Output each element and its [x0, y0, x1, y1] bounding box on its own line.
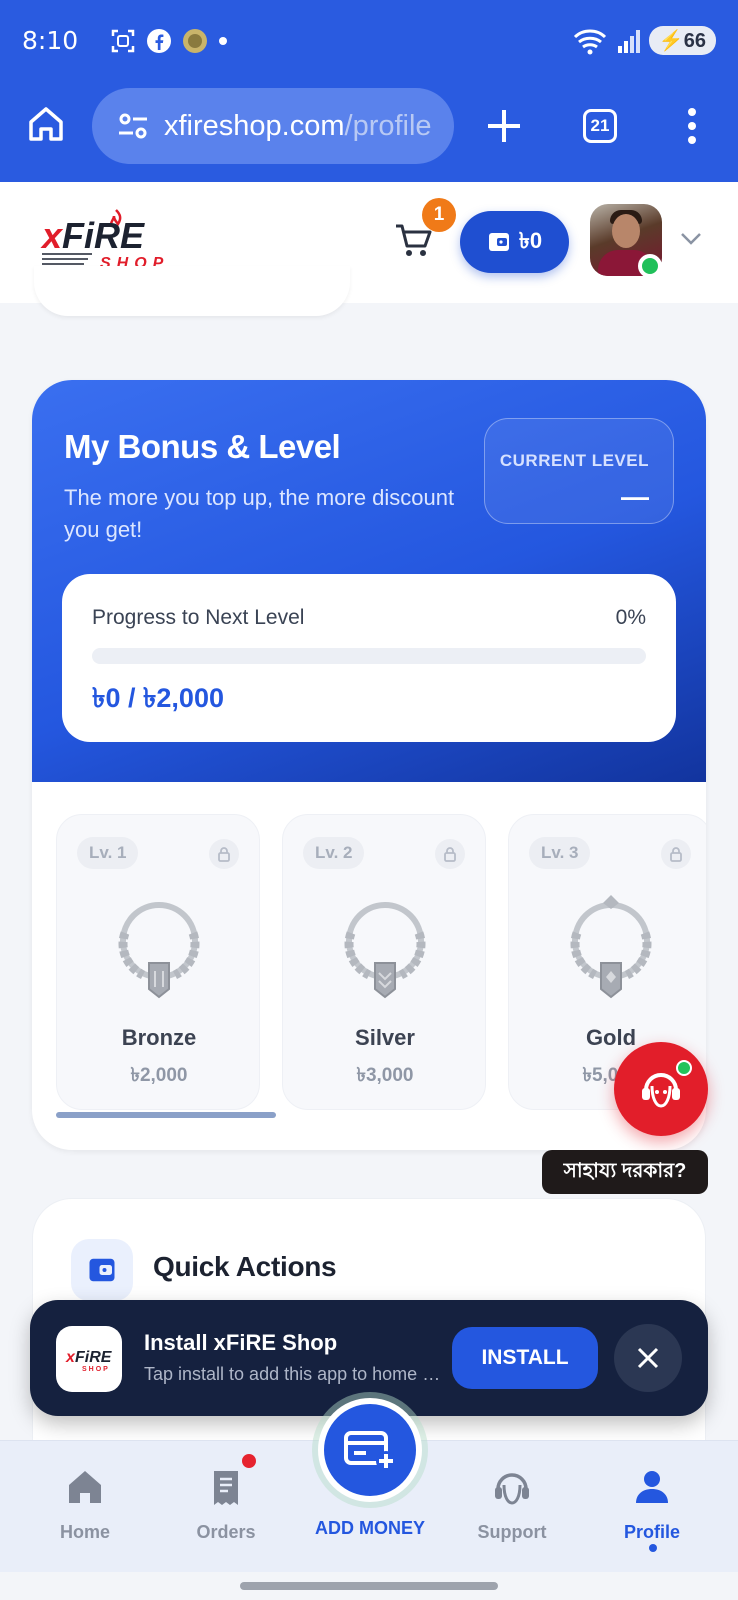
progress-card: Progress to Next Level 0% ৳0 / ৳2,000: [62, 574, 676, 742]
wallet-balance-text: ৳0: [518, 227, 543, 253]
home-icon: [69, 1471, 101, 1503]
level-tag: Lv. 3: [529, 837, 591, 869]
progress-amount: ৳0 / ৳2,000: [92, 683, 224, 713]
status-notification-icons: [110, 28, 228, 54]
browser-menu-icon[interactable]: [680, 104, 704, 148]
level-card-silver[interactable]: Lv. 2 Silver ৳3,000: [282, 814, 486, 1110]
install-subtitle: Tap install to add this app to home scre…: [144, 1364, 444, 1384]
screenshot-icon: [111, 29, 135, 53]
nav-home-label: Home: [59, 1522, 110, 1542]
nav-profile[interactable]: Profile: [592, 1465, 712, 1543]
nav-profile-label: Profile: [623, 1522, 680, 1542]
orders-notification-dot: [240, 1452, 258, 1470]
level-tag: Lv. 1: [77, 837, 139, 869]
lock-icon: [661, 839, 691, 869]
install-button[interactable]: INSTALL: [452, 1327, 598, 1389]
status-bar: 8:10 ⚡66: [22, 22, 716, 62]
nav-support-label: Support: [477, 1522, 547, 1542]
carousel-scroll-indicator: [56, 1112, 276, 1118]
wifi-icon: [573, 29, 606, 54]
status-time: 8:10: [22, 26, 79, 55]
help-tooltip[interactable]: সাহায্য দরকার?: [542, 1150, 708, 1194]
app-icon: x FiRE SHOP: [56, 1326, 122, 1392]
svg-text:FiRE: FiRE: [75, 1349, 113, 1366]
support-online-dot: [676, 1060, 692, 1076]
chevron-down-icon[interactable]: [680, 232, 702, 246]
url-text: xfireshop.com/profile: [164, 109, 432, 142]
headset-icon: [495, 1473, 529, 1505]
status-system-icons: ⚡66: [573, 26, 716, 55]
level-name: Bronze: [121, 1025, 197, 1050]
facebook-icon: [147, 29, 171, 53]
level-amount: ৳3,000: [356, 1065, 414, 1086]
bonus-level-card: My Bonus & Level The more you top up, th…: [32, 380, 706, 1150]
tab-count: 21: [590, 116, 610, 135]
gesture-home-indicator: [240, 1582, 498, 1590]
browser-home-icon[interactable]: [26, 104, 66, 144]
level-carousel[interactable]: Lv. 1 Bronze ৳2,000 Lv. 2 Silver ৳3,000 …: [56, 814, 706, 1114]
nav-orders[interactable]: Orders: [166, 1465, 286, 1543]
app-badge-icon: [183, 29, 207, 53]
silver-medal-icon: [344, 902, 426, 999]
nav-home[interactable]: Home: [25, 1465, 145, 1543]
level-card-bronze[interactable]: Lv. 1 Bronze ৳2,000: [56, 814, 260, 1110]
profile-icon: [636, 1471, 668, 1503]
support-agent-icon: [642, 1073, 680, 1108]
battery-indicator: ⚡66: [648, 26, 716, 55]
lock-icon: [209, 839, 239, 869]
bronze-medal-icon: [118, 902, 200, 999]
svg-text:FiRE: FiRE: [62, 215, 145, 256]
bonus-subtitle: The more you top up, the more discount y…: [64, 485, 455, 542]
svg-text:x: x: [40, 215, 64, 256]
install-title: Install xFiRE Shop: [144, 1330, 338, 1355]
online-status-dot: [638, 254, 662, 278]
close-banner-button[interactable]: [614, 1324, 682, 1392]
close-icon: [637, 1347, 659, 1369]
level-name: Silver: [355, 1025, 415, 1050]
progress-track: [92, 648, 646, 664]
gold-medal-icon: [570, 895, 652, 999]
wallet-balance-button[interactable]: ৳0: [460, 211, 569, 273]
active-tab-indicator: [649, 1544, 657, 1552]
svg-text:SHOP: SHOP: [82, 1366, 110, 1373]
xfire-shop-logo[interactable]: x FiRE SHOP: [40, 206, 190, 272]
progress-percent: 0%: [615, 606, 646, 629]
tab-switcher-button[interactable]: 21: [583, 109, 617, 143]
level-tag: Lv. 2: [303, 837, 365, 869]
new-tab-icon[interactable]: [482, 104, 526, 148]
progress-label: Progress to Next Level: [92, 606, 305, 629]
cart-count-badge: 1: [422, 198, 456, 232]
address-bar[interactable]: xfireshop.com/profile: [92, 88, 454, 164]
current-level-label: CURRENT LEVEL: [499, 451, 649, 470]
nav-orders-label: Orders: [196, 1522, 256, 1542]
nav-support[interactable]: Support: [452, 1465, 572, 1543]
add-money-label: ADD MONEY: [314, 1518, 425, 1538]
signal-icon: [617, 29, 640, 53]
receipt-icon: [214, 1471, 238, 1505]
level-amount: ৳2,000: [130, 1065, 188, 1086]
add-card-icon: [344, 1431, 396, 1471]
site-settings-icon[interactable]: [116, 109, 150, 143]
support-chat-button[interactable]: [614, 1042, 708, 1136]
quick-actions-title: Quick Actions: [153, 1251, 337, 1282]
lock-icon: [435, 839, 465, 869]
browser-chrome: 8:10 ⚡66 xfireshop.com/profile 21: [0, 0, 738, 182]
previous-card-edge: [34, 266, 350, 316]
current-level-box: CURRENT LEVEL —: [484, 418, 674, 524]
notification-dot-icon: [219, 37, 227, 45]
quick-actions-wallet-icon: [71, 1239, 133, 1301]
bonus-header: My Bonus & Level The more you top up, th…: [32, 380, 706, 782]
current-level-value: —: [621, 481, 649, 512]
wallet-icon: [488, 233, 509, 251]
bonus-title: My Bonus & Level: [64, 428, 341, 465]
add-money-button[interactable]: [318, 1398, 422, 1502]
